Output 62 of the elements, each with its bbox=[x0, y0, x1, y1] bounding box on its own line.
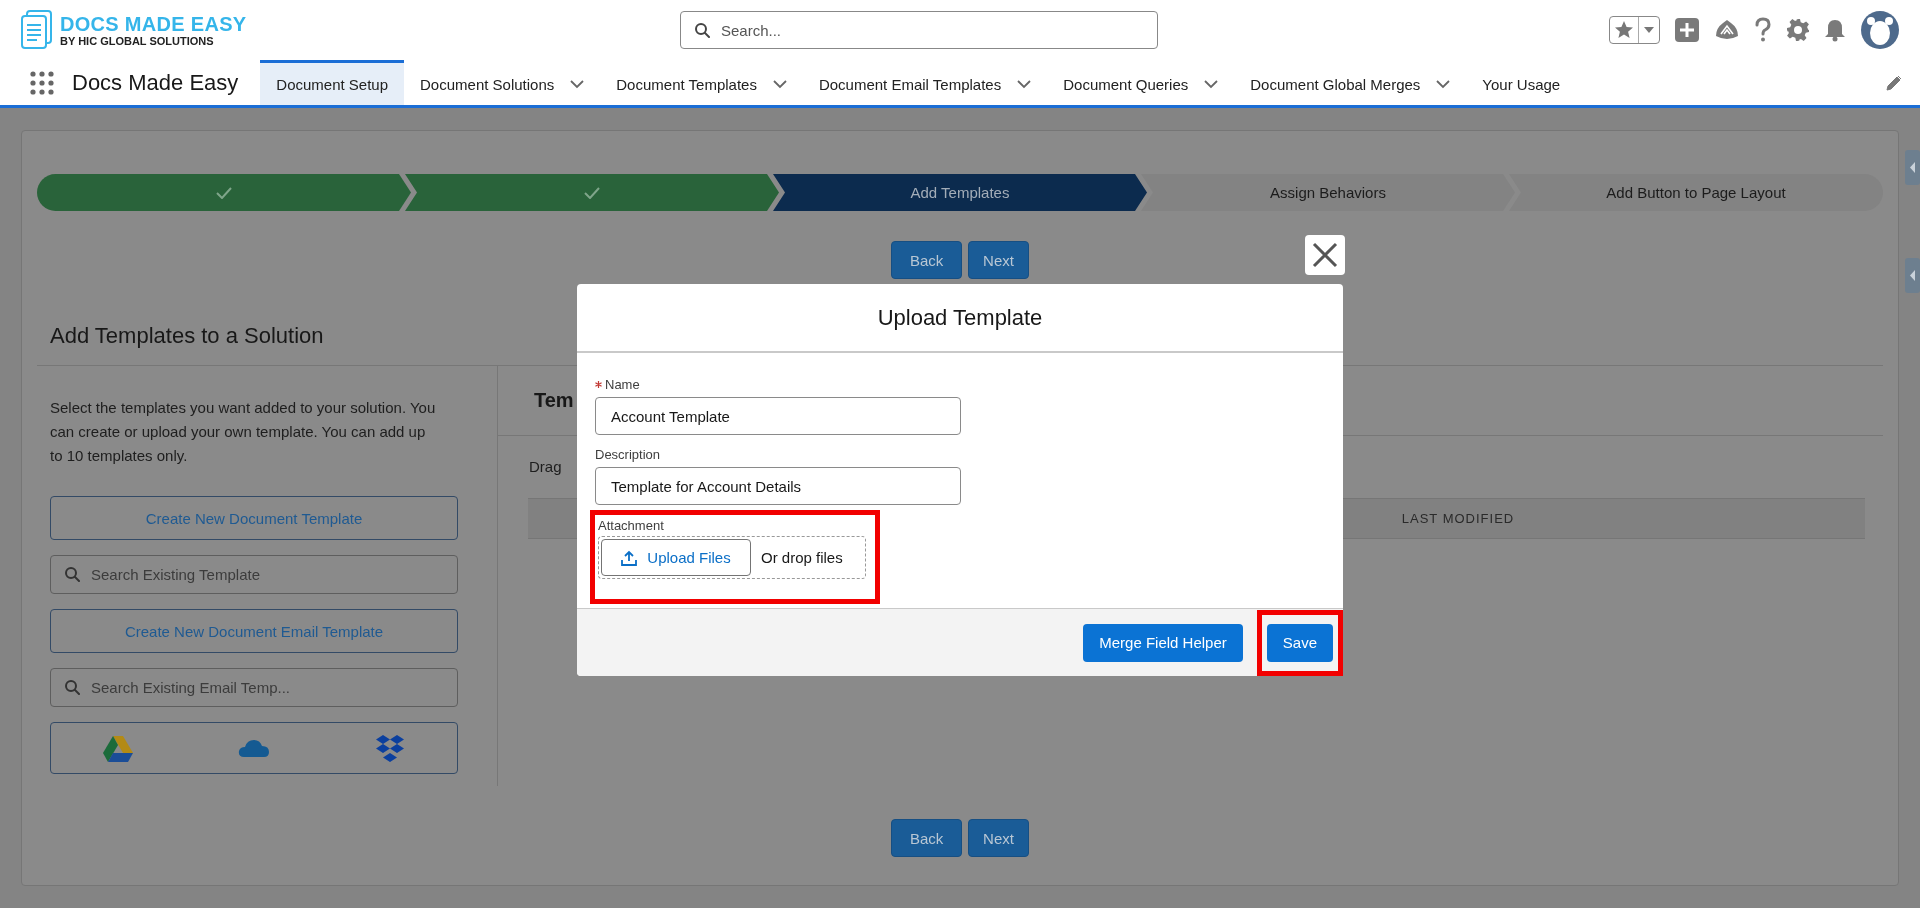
nav-tab[interactable]: Document Queries bbox=[1047, 60, 1235, 105]
avatar-icon[interactable] bbox=[1860, 10, 1900, 50]
favorites-button[interactable] bbox=[1609, 16, 1660, 44]
step-button[interactable]: Back bbox=[891, 819, 963, 857]
check-icon bbox=[584, 186, 600, 199]
bell-icon[interactable] bbox=[1824, 18, 1846, 42]
section-heading: Tem bbox=[534, 389, 573, 412]
app-launcher-icon[interactable] bbox=[30, 70, 54, 95]
upload-icon bbox=[621, 549, 638, 566]
intro-text: Select the templates you want added to your solution. You can create or upload your own template. You can add up to 10 templates only. bbox=[50, 398, 437, 466]
side-handle-icon[interactable] bbox=[1904, 150, 1920, 185]
search-icon bbox=[64, 566, 80, 582]
triangle-icon[interactable] bbox=[103, 734, 134, 762]
upload-button[interactable]: Upload Files bbox=[601, 539, 751, 576]
nav-tab[interactable]: Document Global Merges bbox=[1234, 60, 1467, 105]
nav-tab[interactable]: Your Usage bbox=[1466, 60, 1577, 105]
search-field[interactable]: Search Existing Email Temp... bbox=[50, 668, 458, 707]
add-icon[interactable] bbox=[1674, 17, 1700, 43]
column-header: LAST MODIFIED bbox=[1400, 510, 1516, 528]
chevron-down-icon[interactable] bbox=[772, 79, 787, 89]
field-label: Name bbox=[605, 377, 640, 392]
nav-tab[interactable]: Document Setup bbox=[260, 60, 405, 105]
chevron-down-icon[interactable] bbox=[1017, 79, 1032, 89]
nav-tab[interactable]: Document Email Templates bbox=[802, 60, 1048, 105]
modal-button[interactable]: Merge Field Helper bbox=[1083, 623, 1243, 662]
diamonds-icon[interactable] bbox=[374, 734, 405, 762]
progress-step: Assign Behaviors bbox=[1141, 174, 1515, 211]
progress-step: Add Button to Page Layout bbox=[1509, 174, 1883, 211]
hint-text: Drag bbox=[529, 458, 562, 475]
field-label: Attachment bbox=[598, 518, 664, 533]
search-field[interactable]: Search... bbox=[680, 11, 1158, 49]
drop-text: Or drop files bbox=[761, 549, 843, 566]
required-icon bbox=[595, 381, 602, 388]
search-icon bbox=[694, 22, 710, 38]
settings-icon[interactable] bbox=[1786, 18, 1810, 42]
field-label: Description bbox=[595, 447, 661, 462]
drop-zone[interactable]: Upload Files Or drop files bbox=[598, 536, 866, 579]
chevron-down-icon[interactable] bbox=[1436, 79, 1451, 89]
step-button[interactable]: Next bbox=[968, 819, 1029, 857]
document-logo-icon bbox=[20, 10, 54, 50]
nav-tab[interactable]: Document Templates bbox=[600, 60, 803, 105]
logo-title: DOCS MADE EASY bbox=[60, 12, 247, 35]
input-field[interactable]: Template for Account Details bbox=[595, 467, 961, 505]
logo-subtitle: BY HIC GLOBAL SOLUTIONS bbox=[60, 34, 215, 48]
help-icon[interactable] bbox=[1754, 17, 1772, 43]
star-icon bbox=[1614, 20, 1634, 40]
chevron-down-icon[interactable] bbox=[1204, 79, 1219, 89]
input-field[interactable]: Account Template bbox=[595, 397, 961, 435]
pencil-icon[interactable] bbox=[1886, 74, 1902, 91]
close-icon bbox=[1312, 242, 1338, 268]
step-button[interactable]: Back bbox=[891, 241, 963, 279]
close-button[interactable] bbox=[1305, 235, 1345, 275]
progress-step: Add Templates bbox=[773, 174, 1147, 211]
modal-button[interactable]: Save bbox=[1266, 623, 1333, 662]
nav-tab[interactable]: Document Solutions bbox=[404, 60, 601, 105]
search-icon bbox=[64, 679, 80, 695]
side-handle-icon[interactable] bbox=[1904, 258, 1920, 293]
step-button[interactable]: Next bbox=[968, 241, 1029, 279]
check-icon bbox=[216, 186, 232, 199]
app-name: Docs Made Easy bbox=[72, 69, 239, 96]
chevron-down-icon[interactable] bbox=[570, 79, 585, 89]
search-field[interactable]: Search Existing Template bbox=[50, 555, 458, 594]
